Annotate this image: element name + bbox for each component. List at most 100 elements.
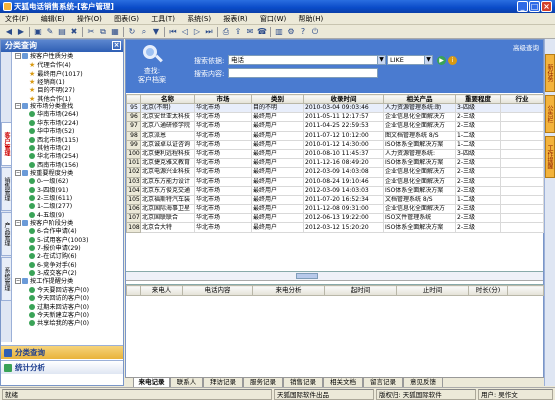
collapse-icon[interactable]: − <box>15 169 21 176</box>
menu-edit[interactable]: 编辑(E) <box>36 13 70 25</box>
menu-report[interactable]: 报表(R) <box>218 13 252 25</box>
tree-group[interactable]: − 按工作提醒分类 <box>15 278 73 286</box>
tree-item[interactable]: 今天要回访客户(0) <box>29 286 89 295</box>
collapse-icon[interactable]: − <box>15 278 21 285</box>
vtab-product[interactable]: 产品管理 <box>1 212 12 256</box>
column-header[interactable]: 来电分析 <box>252 285 325 296</box>
collapse-icon[interactable]: − <box>15 220 21 226</box>
menu-tools[interactable]: 工具(T) <box>146 13 180 25</box>
copy-icon[interactable]: ⧉ <box>98 27 108 37</box>
column-header[interactable]: 市场 <box>194 94 252 104</box>
table-row[interactable]: 103 北京东方能力设计 华北市场 最终用户 2010-08-24 19:10:46 企业… <box>126 176 544 187</box>
new-icon[interactable]: ▣ <box>33 27 43 37</box>
rtab-reminder[interactable]: 工作提醒 <box>545 136 555 178</box>
help-icon[interactable]: ? <box>298 27 308 37</box>
table-row[interactable]: 101 北京捷克雅文教育 华北市场 最终用户 2011-12-16 08:49:20 IS… <box>126 158 544 169</box>
collapse-icon[interactable]: − <box>15 53 21 59</box>
maximize-button[interactable]: □ <box>529 1 540 12</box>
menu-operate[interactable]: 操作(O) <box>72 13 107 25</box>
tree-item[interactable]: 今天新建立客户(0) <box>29 311 89 320</box>
tree-item[interactable]: 西南市场(156) <box>29 161 78 170</box>
vtab-system[interactable]: 系统管理 <box>1 257 12 301</box>
exit-icon[interactable]: ⏻ <box>310 27 320 37</box>
chevron-down-icon[interactable]: ▼ <box>377 55 386 65</box>
column-header[interactable]: 电话内容 <box>182 285 253 296</box>
report-icon[interactable]: ▥ <box>274 27 284 37</box>
tree-item[interactable]: 6-竞争对手(6) <box>29 261 77 270</box>
chevron-down-icon[interactable]: ▼ <box>424 55 433 65</box>
column-header[interactable]: 相关产品 <box>383 94 456 104</box>
column-header[interactable]: 来电人 <box>140 285 183 296</box>
rtab-new-task[interactable]: 新任务 <box>545 54 555 92</box>
table-row[interactable]: 99 北京诚卓以证咨询 华北市场 最终用户 2010-01-12 14:30:00 ISO… <box>126 139 544 150</box>
tree-item[interactable]: 2-在试订购(6) <box>29 253 77 261</box>
refresh-icon[interactable]: ↻ <box>127 27 137 37</box>
tree-item[interactable]: 3-四级(91) <box>29 186 68 195</box>
first-icon[interactable]: ⏮ <box>168 27 178 37</box>
tree-item[interactable]: ★ 目的不明(27) <box>29 86 75 94</box>
print-icon[interactable]: ⎙ <box>221 27 231 37</box>
tree-item[interactable]: 华南市场(264) <box>29 111 78 119</box>
horizontal-scrollbar[interactable] <box>126 272 543 281</box>
column-header[interactable]: 起时间 <box>324 285 397 296</box>
menu-help[interactable]: 帮助(H) <box>294 13 329 25</box>
operator-select[interactable]: LIKE <box>387 55 425 65</box>
tree-item[interactable]: 5-试用客户(1003) <box>29 236 89 245</box>
search-content-input[interactable] <box>228 68 378 78</box>
column-header[interactable] <box>126 94 141 104</box>
prev-icon[interactable]: ◁ <box>180 27 190 37</box>
delete-icon[interactable]: ✖ <box>69 27 79 37</box>
back-icon[interactable]: ◀ <box>4 27 14 37</box>
menu-window[interactable]: 窗口(W) <box>255 13 291 25</box>
table-row[interactable]: 102 北京电源兴业科技 华北市场 最终用户 2012-03-09 14:03:08 企业… <box>126 167 544 178</box>
menu-system[interactable]: 系统(S) <box>182 13 216 25</box>
forward-icon[interactable]: ▶ <box>16 27 26 37</box>
advanced-search-link[interactable]: 高级查询 <box>513 42 539 52</box>
tree-item[interactable]: 华北市场(254) <box>29 153 78 161</box>
vtab-sales[interactable]: 销售管理 <box>1 167 12 211</box>
column-header[interactable]: 名称 <box>140 94 195 104</box>
tree-item[interactable]: 今天回访的客户(0) <box>29 295 89 303</box>
table-row[interactable]: 96 北京安世亚太科技 华北市场 最终用户 2011-05-11 12:17:57 企业信… <box>126 112 544 123</box>
table-row[interactable]: 97 北京八通研修学院 华北市场 最终用户 2011-04-25 22:59:53 企业信… <box>126 121 544 132</box>
statistics-tab[interactable]: 统计分析 <box>1 360 123 374</box>
tree-item[interactable]: 1-二级(277) <box>29 203 72 211</box>
tree-item[interactable]: ★ 其他合作(1) <box>29 95 71 103</box>
info-icon[interactable]: i <box>448 56 457 65</box>
search-tool-icon[interactable]: ⌕ <box>139 27 149 37</box>
close-button[interactable]: × <box>541 1 552 12</box>
mail-icon[interactable]: ✉ <box>245 27 255 37</box>
tree-item[interactable]: ★ 经销商(1) <box>29 78 65 86</box>
tree-item[interactable]: ★ 最终用户(1017) <box>29 70 83 78</box>
column-header[interactable]: 时长(分) <box>468 285 508 296</box>
export-icon[interactable]: ⇪ <box>233 27 243 37</box>
tree-item[interactable]: 共享给我的客户(0) <box>29 320 89 328</box>
minimize-button[interactable]: _ <box>517 1 528 12</box>
table-row[interactable]: 98 北京派恩 华北市场 最终用户 2011-07-12 10:12:00 图文档管理系统… <box>126 130 544 141</box>
column-header[interactable]: 止时间 <box>396 285 469 296</box>
column-header[interactable]: 类别 <box>251 94 304 104</box>
tree-item[interactable]: 4-五级(9) <box>29 211 64 220</box>
tree-item[interactable]: ★ 代理合作(4) <box>29 61 71 69</box>
edit-icon[interactable]: ✎ <box>45 27 55 37</box>
tree-item[interactable]: 华中市场(52) <box>29 128 74 136</box>
table-row[interactable]: 108 北京合大特 华北市场 最终用户 2012-03-12 15:20:20 ISO体系… <box>126 222 544 233</box>
vtab-customer[interactable]: 客户管理 <box>1 122 12 166</box>
table-row[interactable]: 107 北京国联联合 华北市场 最终用户 2012-06-13 19:22:00 ISO文… <box>126 213 544 224</box>
table-row[interactable]: 105 北京福斯特汽车装 华北市场 最终用户 2011-07-20 16:52:34 文档… <box>126 194 544 206</box>
close-icon[interactable]: × <box>112 41 121 50</box>
rtab-notice[interactable]: 公告栏 <box>545 95 555 133</box>
tree-item[interactable]: 其他市场(2) <box>29 144 71 153</box>
cut-icon[interactable]: ✂ <box>86 27 96 37</box>
last-icon[interactable]: ⏭ <box>204 27 214 37</box>
go-icon[interactable]: ▶ <box>437 56 446 65</box>
collapse-icon[interactable]: − <box>15 103 21 110</box>
column-header[interactable]: 收录时间 <box>303 94 384 104</box>
tree-item[interactable]: 华东市场(224) <box>29 119 78 128</box>
column-header[interactable]: 重要程度 <box>455 94 501 104</box>
column-header[interactable]: 行业 <box>500 94 544 104</box>
table-row[interactable]: 100 北京捷利远程科技 华北市场 最终用户 2010-08-10 11:45:37 人力… <box>126 148 544 160</box>
tree-item[interactable]: 过期未回访客户(0) <box>29 303 89 312</box>
scrollbar-thumb[interactable] <box>296 273 318 279</box>
save-icon[interactable]: ▤ <box>57 27 67 37</box>
